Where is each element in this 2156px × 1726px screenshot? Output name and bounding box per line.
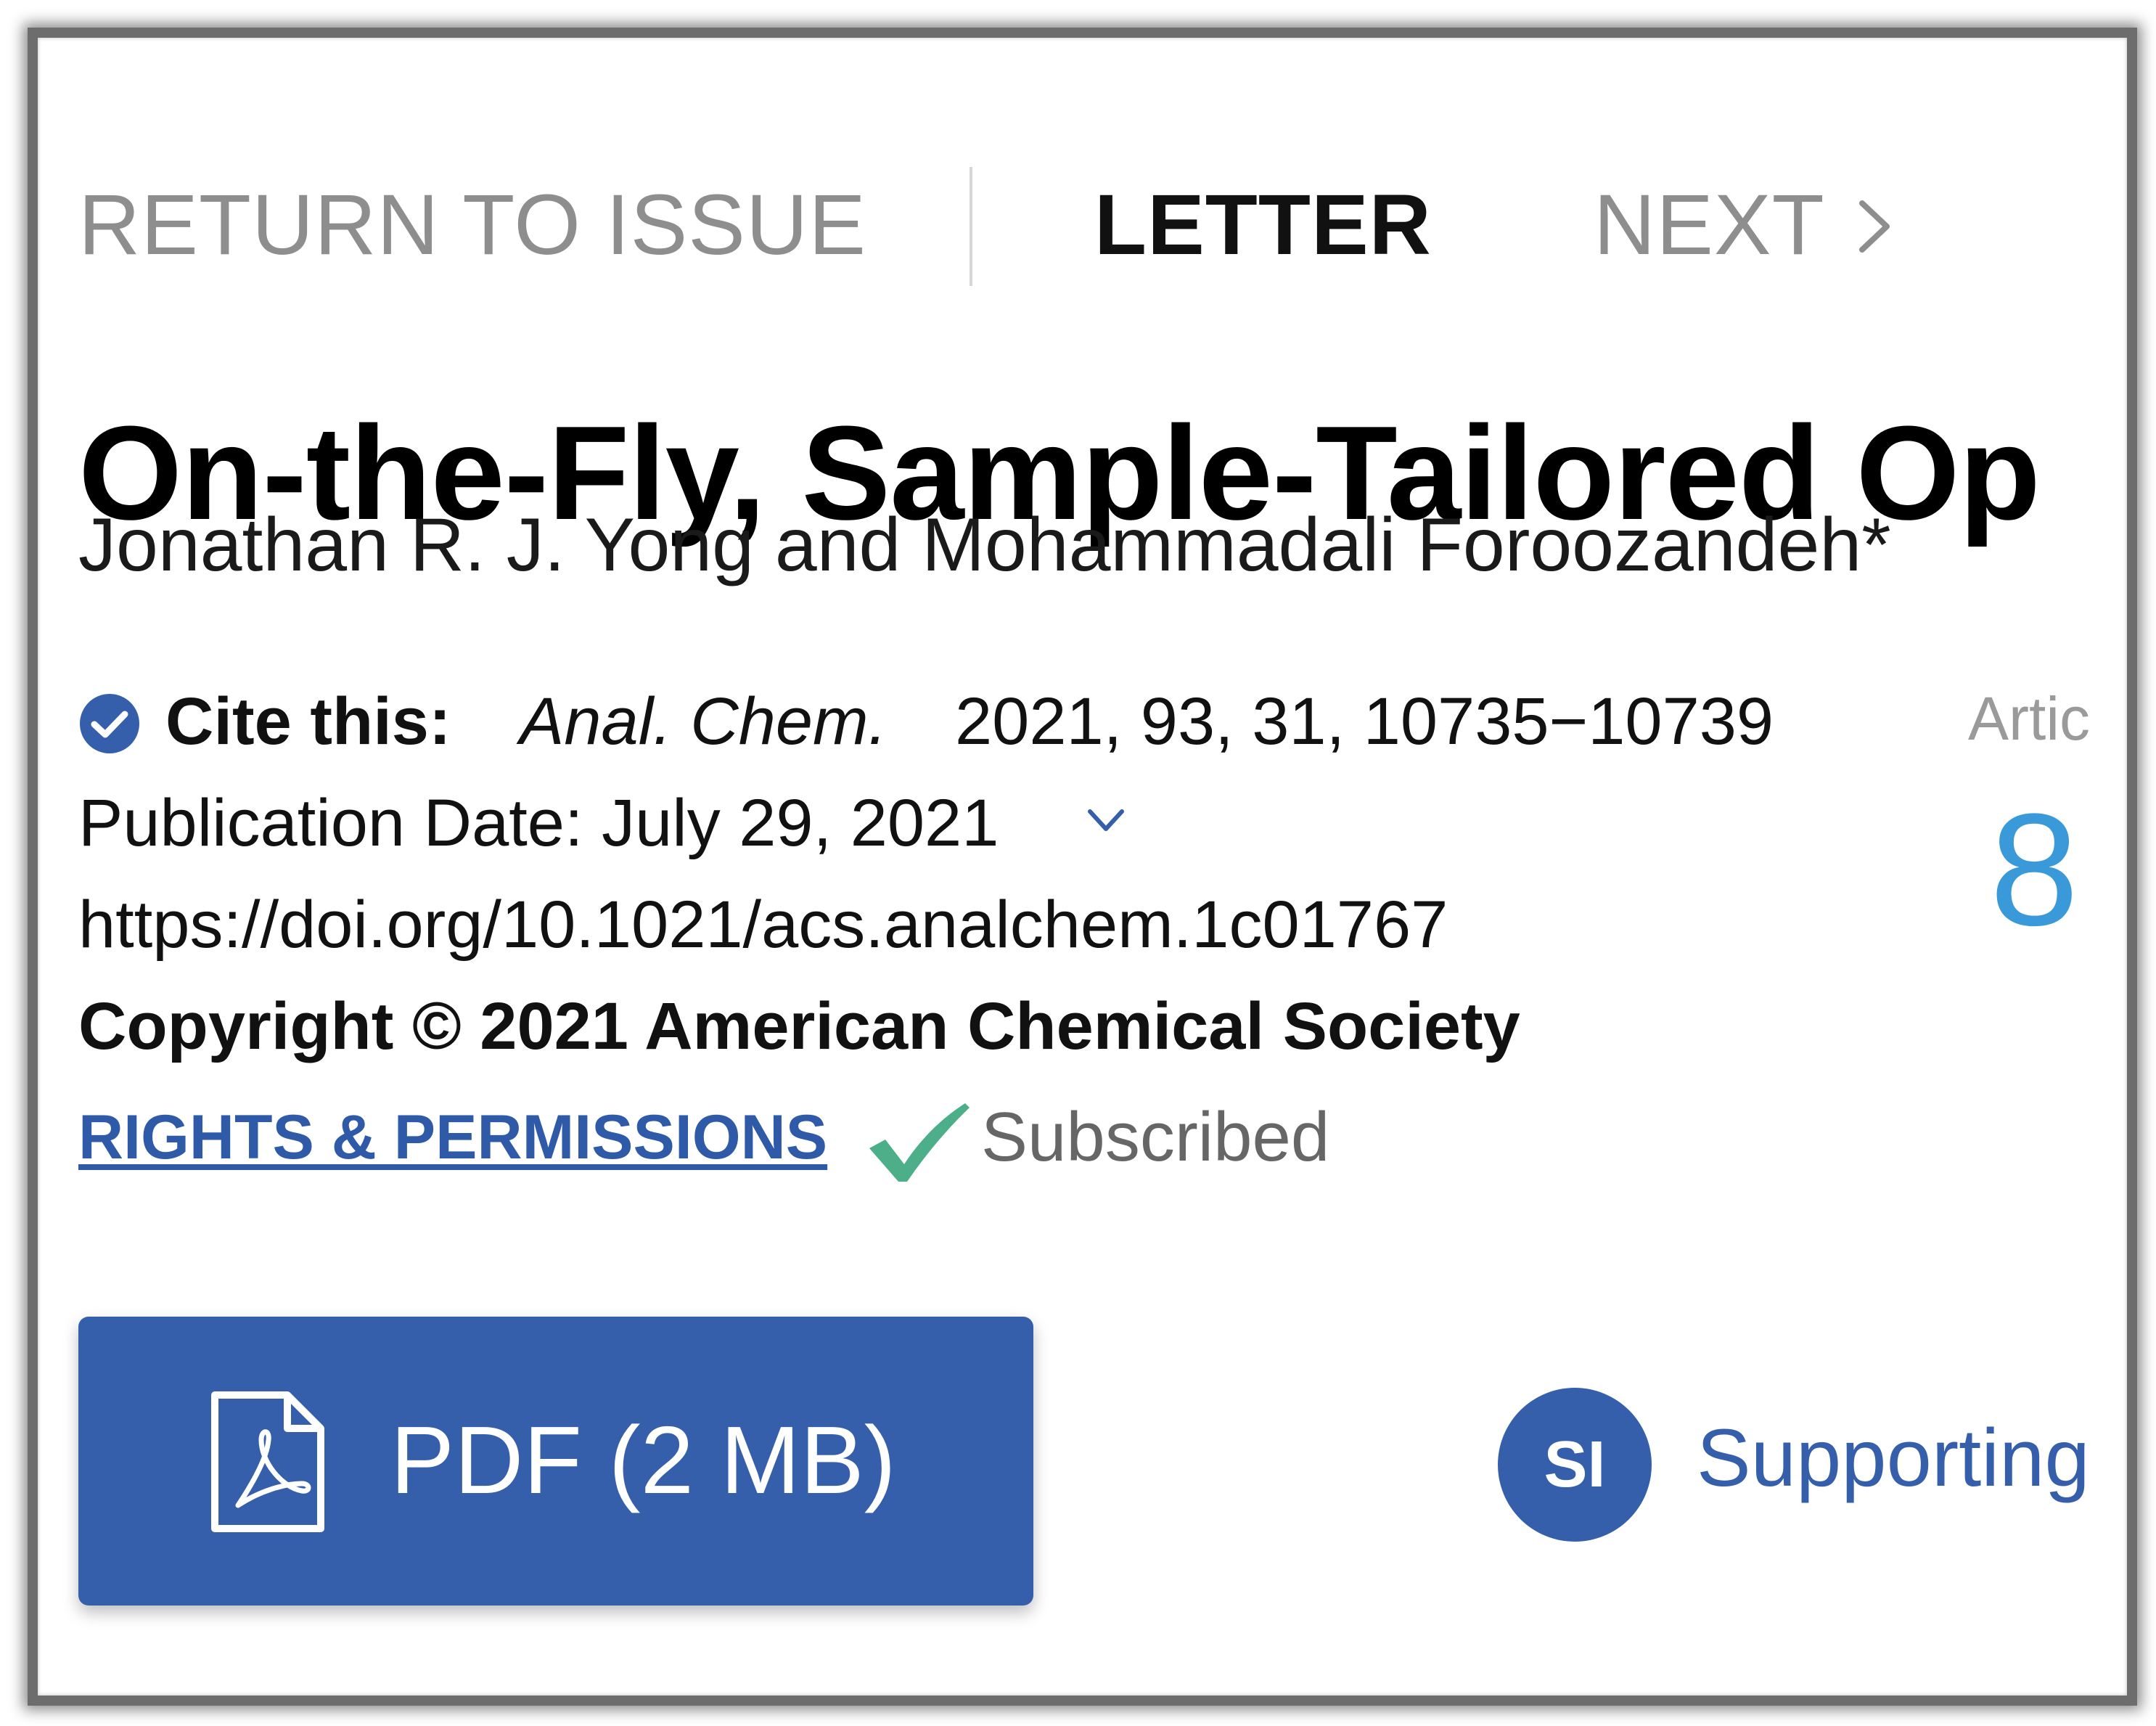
article-header: RETURN TO ISSUE LETTER NEXT On-the-Fly, … <box>38 38 2127 1696</box>
check-circle-icon <box>80 694 139 753</box>
doi-link[interactable]: https://doi.org/10.1021/acs.analchem.1c0… <box>78 887 1448 963</box>
citation-reference: 2021, 93, 31, 10735−10739 <box>955 684 1774 758</box>
journal-name: Anal. Chem. <box>520 684 888 758</box>
return-to-issue-link[interactable]: RETURN TO ISSUE <box>78 176 866 274</box>
article-authors[interactable]: Jonathan R. J. Yong and Mohammadali Foro… <box>78 502 1891 589</box>
checkmark-icon <box>869 1103 970 1182</box>
rights-permissions-link[interactable]: RIGHTS & PERMISSIONS <box>78 1102 827 1174</box>
article-type-label: LETTER <box>1094 177 1432 273</box>
screenshot-frame: RETURN TO ISSUE LETTER NEXT On-the-Fly, … <box>28 28 2137 1706</box>
pdf-file-icon <box>211 1391 324 1532</box>
publication-date: Publication Date: July 29, 2021 <box>78 786 999 860</box>
supporting-info-link[interactable]: Supporting <box>1697 1411 2090 1505</box>
chevron-down-icon[interactable] <box>1084 803 1128 839</box>
cite-this-label[interactable]: Cite this: <box>165 684 451 760</box>
copyright-notice: Copyright © 2021 American Chemical Socie… <box>78 989 1520 1063</box>
nav-divider <box>970 167 972 286</box>
next-article-link[interactable]: NEXT <box>1594 176 1825 274</box>
pdf-download-button[interactable]: PDF (2 MB) <box>78 1317 1033 1606</box>
access-status: Subscribed <box>981 1098 1330 1176</box>
pdf-button-label: PDF (2 MB) <box>390 1407 896 1513</box>
metric-value[interactable]: 8 <box>1990 778 2078 962</box>
supporting-info-badge[interactable]: SI <box>1498 1388 1652 1542</box>
metric-label: Artic <box>1968 684 2090 753</box>
chevron-right-icon[interactable] <box>1849 197 1900 255</box>
